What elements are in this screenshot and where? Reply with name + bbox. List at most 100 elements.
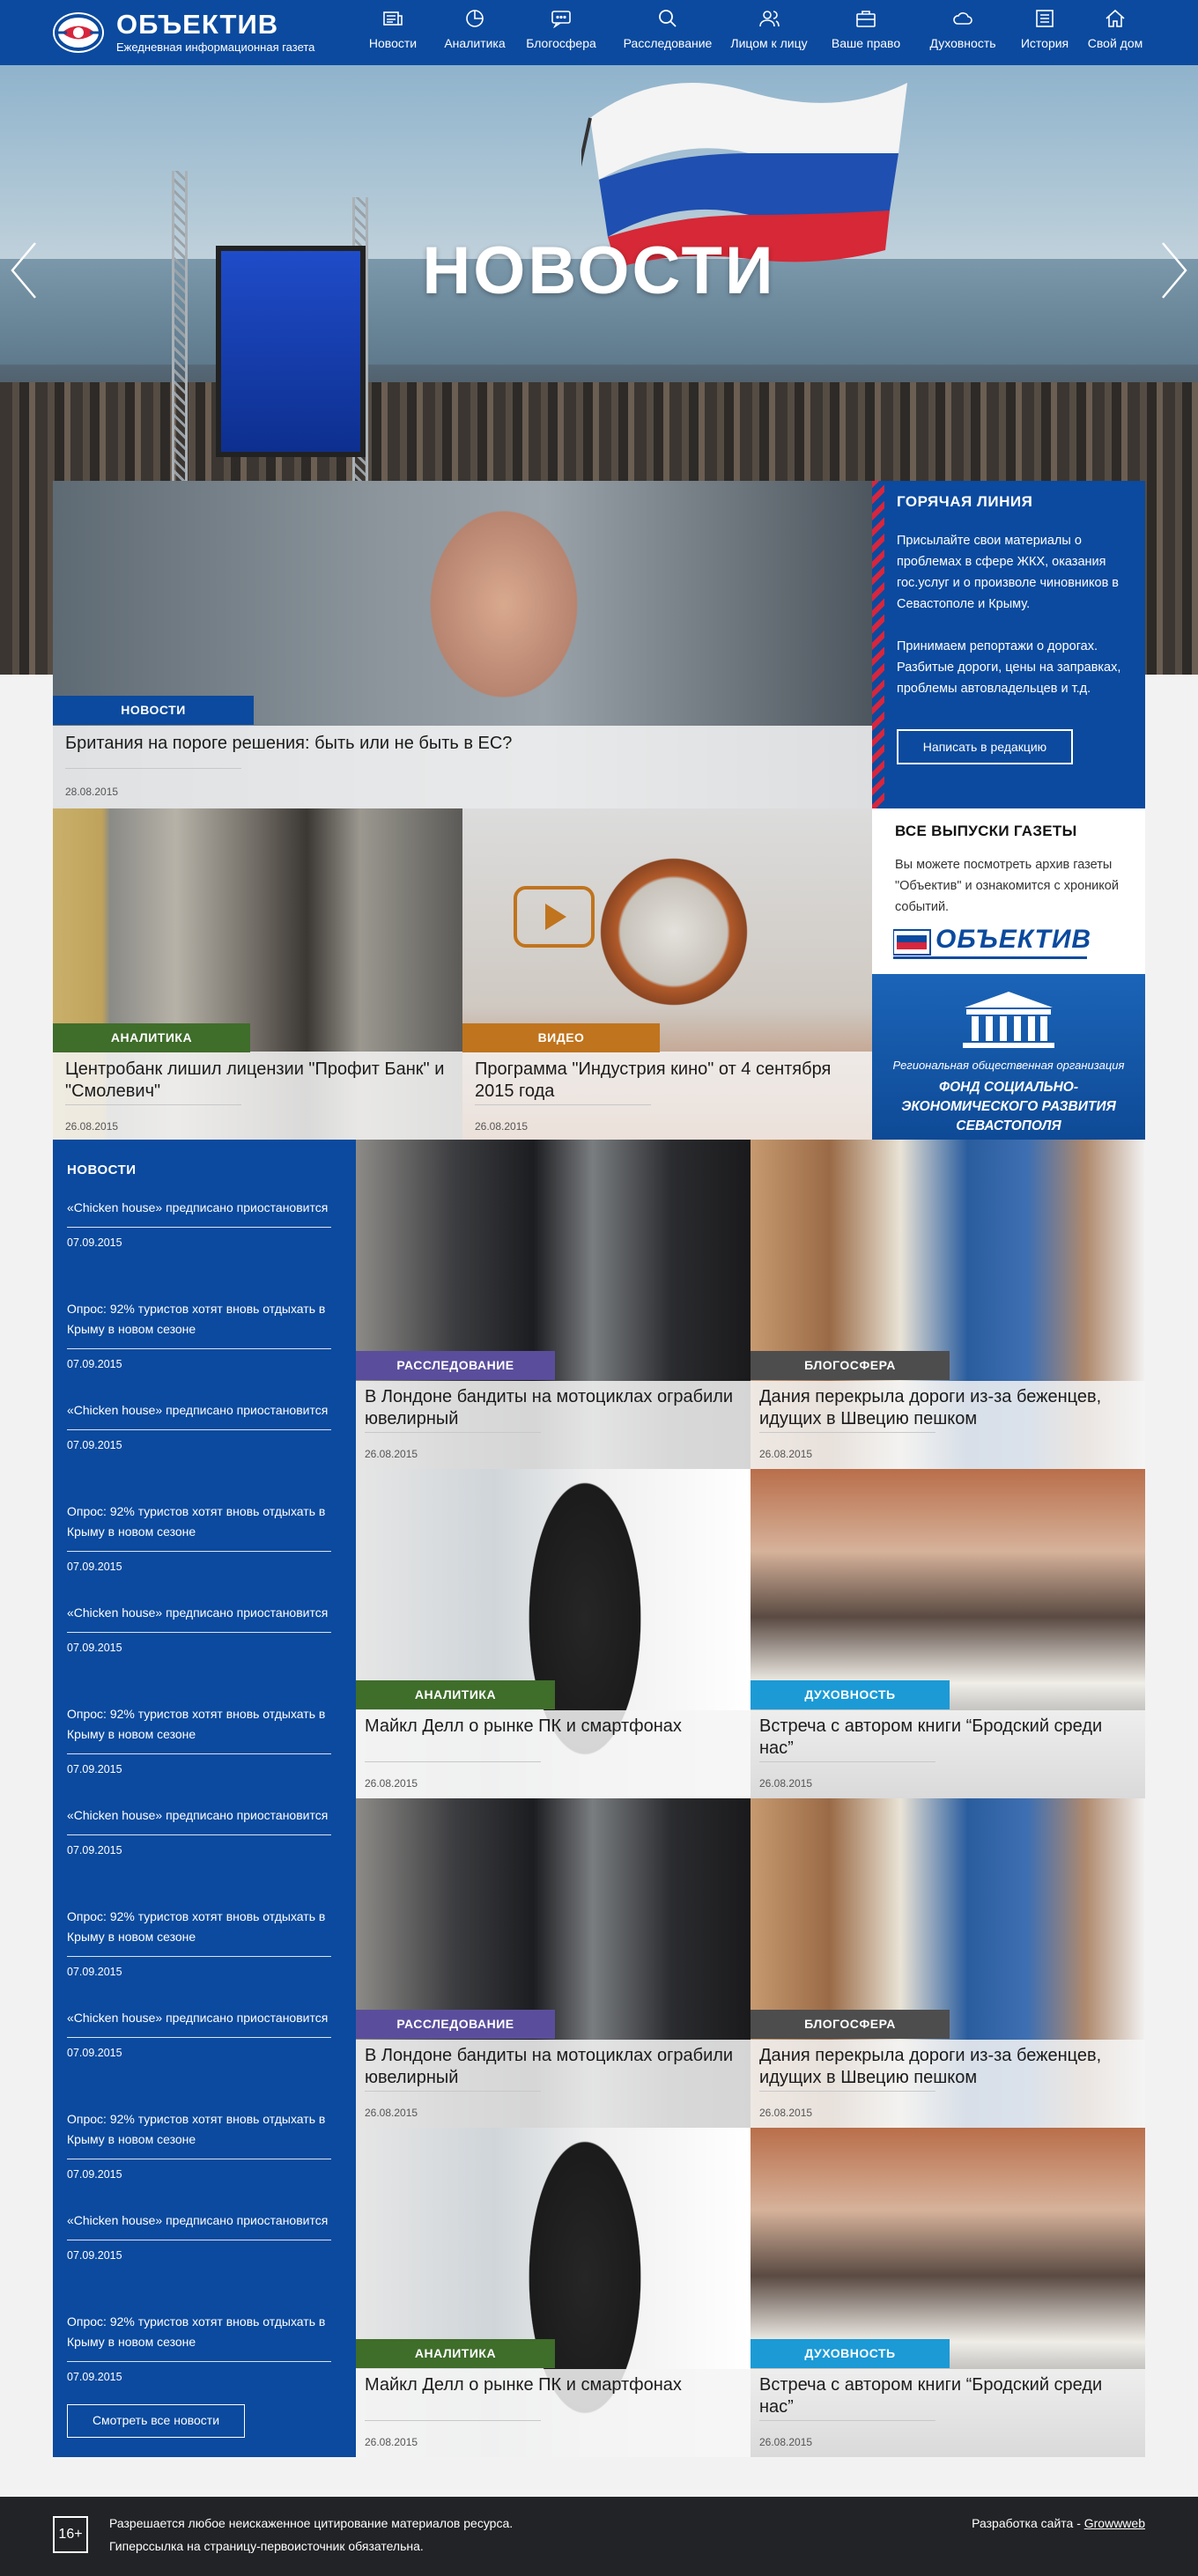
category-badge: БЛОГОСФЕРА <box>751 1351 950 1380</box>
hotline-text-1: Присылайте свои материалы о проблемах в … <box>897 534 1120 611</box>
article-card[interactable]: БЛОГОСФЕРА Дания перекрыла дороги из-за б… <box>751 1798 1145 2128</box>
divider <box>365 2091 541 2092</box>
category-badge: АНАЛИТИКА <box>356 2339 555 2368</box>
news-item-title: «Chicken house» предписано приостановитс… <box>67 1808 329 1822</box>
logo-eye-icon <box>53 12 104 53</box>
top-navigation-bar: ОБЪЕКТИВ Ежедневная информационная газет… <box>0 0 1198 65</box>
news-item-title: «Chicken house» предписано приостановитс… <box>67 1200 329 1214</box>
divider <box>67 2037 331 2038</box>
briefcase-icon <box>826 7 906 30</box>
divider <box>759 2420 935 2421</box>
video-card[interactable]: ВИДЕО Программа "Индустрия кино" от 4 се… <box>462 808 872 1140</box>
article-date: 28.08.2015 <box>65 786 119 798</box>
article-date: 26.08.2015 <box>365 2107 418 2119</box>
news-list-item[interactable]: «Chicken house» предписано приостановитс… <box>67 1805 331 1856</box>
site-logo[interactable]: ОБЪЕКТИВ Ежедневная информационная газет… <box>51 7 333 60</box>
nav-item-news[interactable]: Новости <box>365 7 421 60</box>
divider <box>67 2361 331 2362</box>
news-list-item[interactable]: «Chicken house» предписано приостановитс… <box>67 2211 331 2262</box>
news-list-item[interactable]: Опрос: 92% туристов хотят вновь отдыхать… <box>67 1704 331 1775</box>
newspaper-logo-text: ОБЪЕКТИВ <box>935 925 1092 954</box>
developer-credit: Разработка сайта - Growwweb <box>972 2516 1145 2530</box>
category-badge: РАССЛЕДОВАНИЕ <box>356 2010 555 2039</box>
footer: 16+ Разрешается любое неискаженное цитир… <box>0 2497 1198 2576</box>
category-badge: РАССЛЕДОВАНИЕ <box>356 1351 555 1380</box>
hotline-stripe <box>872 481 884 808</box>
news-list-item[interactable]: Опрос: 92% туристов хотят вновь отдыхать… <box>67 1907 331 1978</box>
archive-text: Вы можете посмотреть архив газеты "Объек… <box>895 858 1119 914</box>
news-list-item[interactable]: Опрос: 92% туристов хотят вновь отдыхать… <box>67 2109 331 2181</box>
category-badge: НОВОСТИ <box>53 696 254 725</box>
article-title: Центробанк лишил лицензии "Профит Банк" … <box>65 1059 445 1101</box>
cloud-icon <box>923 7 1002 30</box>
news-list-item[interactable]: Опрос: 92% туристов хотят вновь отдыхать… <box>67 1299 331 1370</box>
article-date: 26.08.2015 <box>759 2107 813 2119</box>
age-rating-badge: 16+ <box>53 2516 88 2553</box>
article-date: 26.08.2015 <box>759 1448 813 1460</box>
divider <box>65 1104 241 1105</box>
category-badge: ВИДЕО <box>462 1023 660 1052</box>
hero-prev-arrow[interactable] <box>7 240 42 301</box>
fond-subtitle: Региональная общественная организация <box>892 1059 1125 1072</box>
write-to-editor-button[interactable]: Написать в редакцию <box>897 729 1073 764</box>
nav-item-analytics[interactable]: Аналитика <box>440 7 509 60</box>
book-icon <box>1015 7 1075 30</box>
archive-panel[interactable]: ВСЕ ВЫПУСКИ ГАЗЕТЫ Вы можете посмотреть … <box>872 808 1145 974</box>
news-item-title: Опрос: 92% туристов хотят вновь отдыхать… <box>67 1504 326 1539</box>
nav-item-blogs[interactable]: Блогосфера <box>523 7 599 60</box>
news-item-title: Опрос: 92% туристов хотят вновь отдыхать… <box>67 2112 326 2146</box>
nav-item-history[interactable]: История <box>1015 7 1075 60</box>
article-date: 26.08.2015 <box>759 1777 813 1790</box>
footer-copyright-line-1: Разрешается любое неискаженное цитирован… <box>109 2516 514 2530</box>
news-item-date: 07.09.2015 <box>67 1844 122 1856</box>
divider <box>759 1432 935 1433</box>
article-card[interactable]: АНАЛИТИКА Майкл Делл о рынке ПК и смартфо… <box>356 1469 751 1798</box>
news-item-date: 07.09.2015 <box>67 1236 122 1249</box>
news-list-item[interactable]: «Chicken house» предписано приостановитс… <box>67 2008 331 2059</box>
news-item-title: Опрос: 92% туристов хотят вновь отдыхать… <box>67 1707 326 1741</box>
article-card[interactable]: ДУХОВНОСТЬ Встреча с автором книги “Бродс… <box>751 2128 1145 2457</box>
divider <box>67 1348 331 1349</box>
news-item-date: 07.09.2015 <box>67 2168 122 2181</box>
article-card[interactable]: РАССЛЕДОВАНИЕ В Лондоне бандиты на мотоци… <box>356 1140 751 1469</box>
article-card[interactable]: РАССЛЕДОВАНИЕ В Лондоне бандиты на мотоци… <box>356 1798 751 2128</box>
chat-icon <box>523 7 599 30</box>
article-card[interactable]: БЛОГОСФЕРА Дания перекрыла дороги из-за б… <box>751 1140 1145 1469</box>
hero-next-arrow[interactable] <box>1156 240 1191 301</box>
fond-banner[interactable]: Региональная общественная организация ФО… <box>872 974 1145 1140</box>
developer-link[interactable]: Growwweb <box>1084 2516 1145 2530</box>
article-date: 26.08.2015 <box>365 2436 418 2448</box>
divider <box>67 1834 331 1835</box>
all-news-button[interactable]: Смотреть все новости <box>67 2404 245 2438</box>
nav-item-spirituality[interactable]: Духовность <box>923 7 1002 60</box>
divider <box>759 2091 935 2092</box>
article-card[interactable]: АНАЛИТИКА Майкл Делл о рынке ПК и смартфо… <box>356 2128 751 2457</box>
search-icon <box>618 7 717 30</box>
article-card[interactable]: АНАЛИТИКА Центробанк лишил лицензии "Про… <box>53 808 462 1140</box>
news-icon <box>365 7 421 30</box>
nav-item-your-right[interactable]: Ваше право <box>826 7 906 60</box>
news-list-item[interactable]: «Chicken house» предписано приостановитс… <box>67 1198 331 1249</box>
news-item-date: 07.09.2015 <box>67 2371 122 2383</box>
article-title: Программа "Индустрия кино" от 4 сентября… <box>475 1059 832 1101</box>
article-date: 26.08.2015 <box>365 1777 418 1790</box>
play-icon[interactable] <box>514 886 595 948</box>
nav-item-own-home[interactable]: Свой дом <box>1083 7 1147 60</box>
home-icon <box>1083 7 1147 30</box>
nav-item-investigation[interactable]: Расследование <box>618 7 717 60</box>
category-badge: АНАЛИТИКА <box>53 1023 250 1052</box>
featured-article-card[interactable]: НОВОСТИ Британия на пороге решения: быть… <box>53 481 872 808</box>
divider <box>67 1227 331 1228</box>
newspaper-logo[interactable]: ОБЪЕКТИВ <box>892 925 1091 962</box>
nav-item-face-to-face[interactable]: Лицом к лицу <box>726 7 812 60</box>
news-list-item[interactable]: «Chicken house» предписано приостановитс… <box>67 1400 331 1451</box>
divider <box>67 1429 331 1430</box>
category-badge: БЛОГОСФЕРА <box>751 2010 950 2039</box>
news-list-item[interactable]: Опрос: 92% туристов хотят вновь отдыхать… <box>67 2312 331 2383</box>
news-list-item[interactable]: «Chicken house» предписано приостановитс… <box>67 1603 331 1654</box>
news-item-date: 07.09.2015 <box>67 1642 122 1654</box>
news-list-item[interactable]: Опрос: 92% туристов хотят вновь отдыхать… <box>67 1502 331 1573</box>
divider <box>475 1104 651 1105</box>
article-card[interactable]: ДУХОВНОСТЬ Встреча с автором книги “Бродс… <box>751 1469 1145 1798</box>
article-title: Дания перекрыла дороги из-за беженцев, и… <box>759 1387 1102 1428</box>
